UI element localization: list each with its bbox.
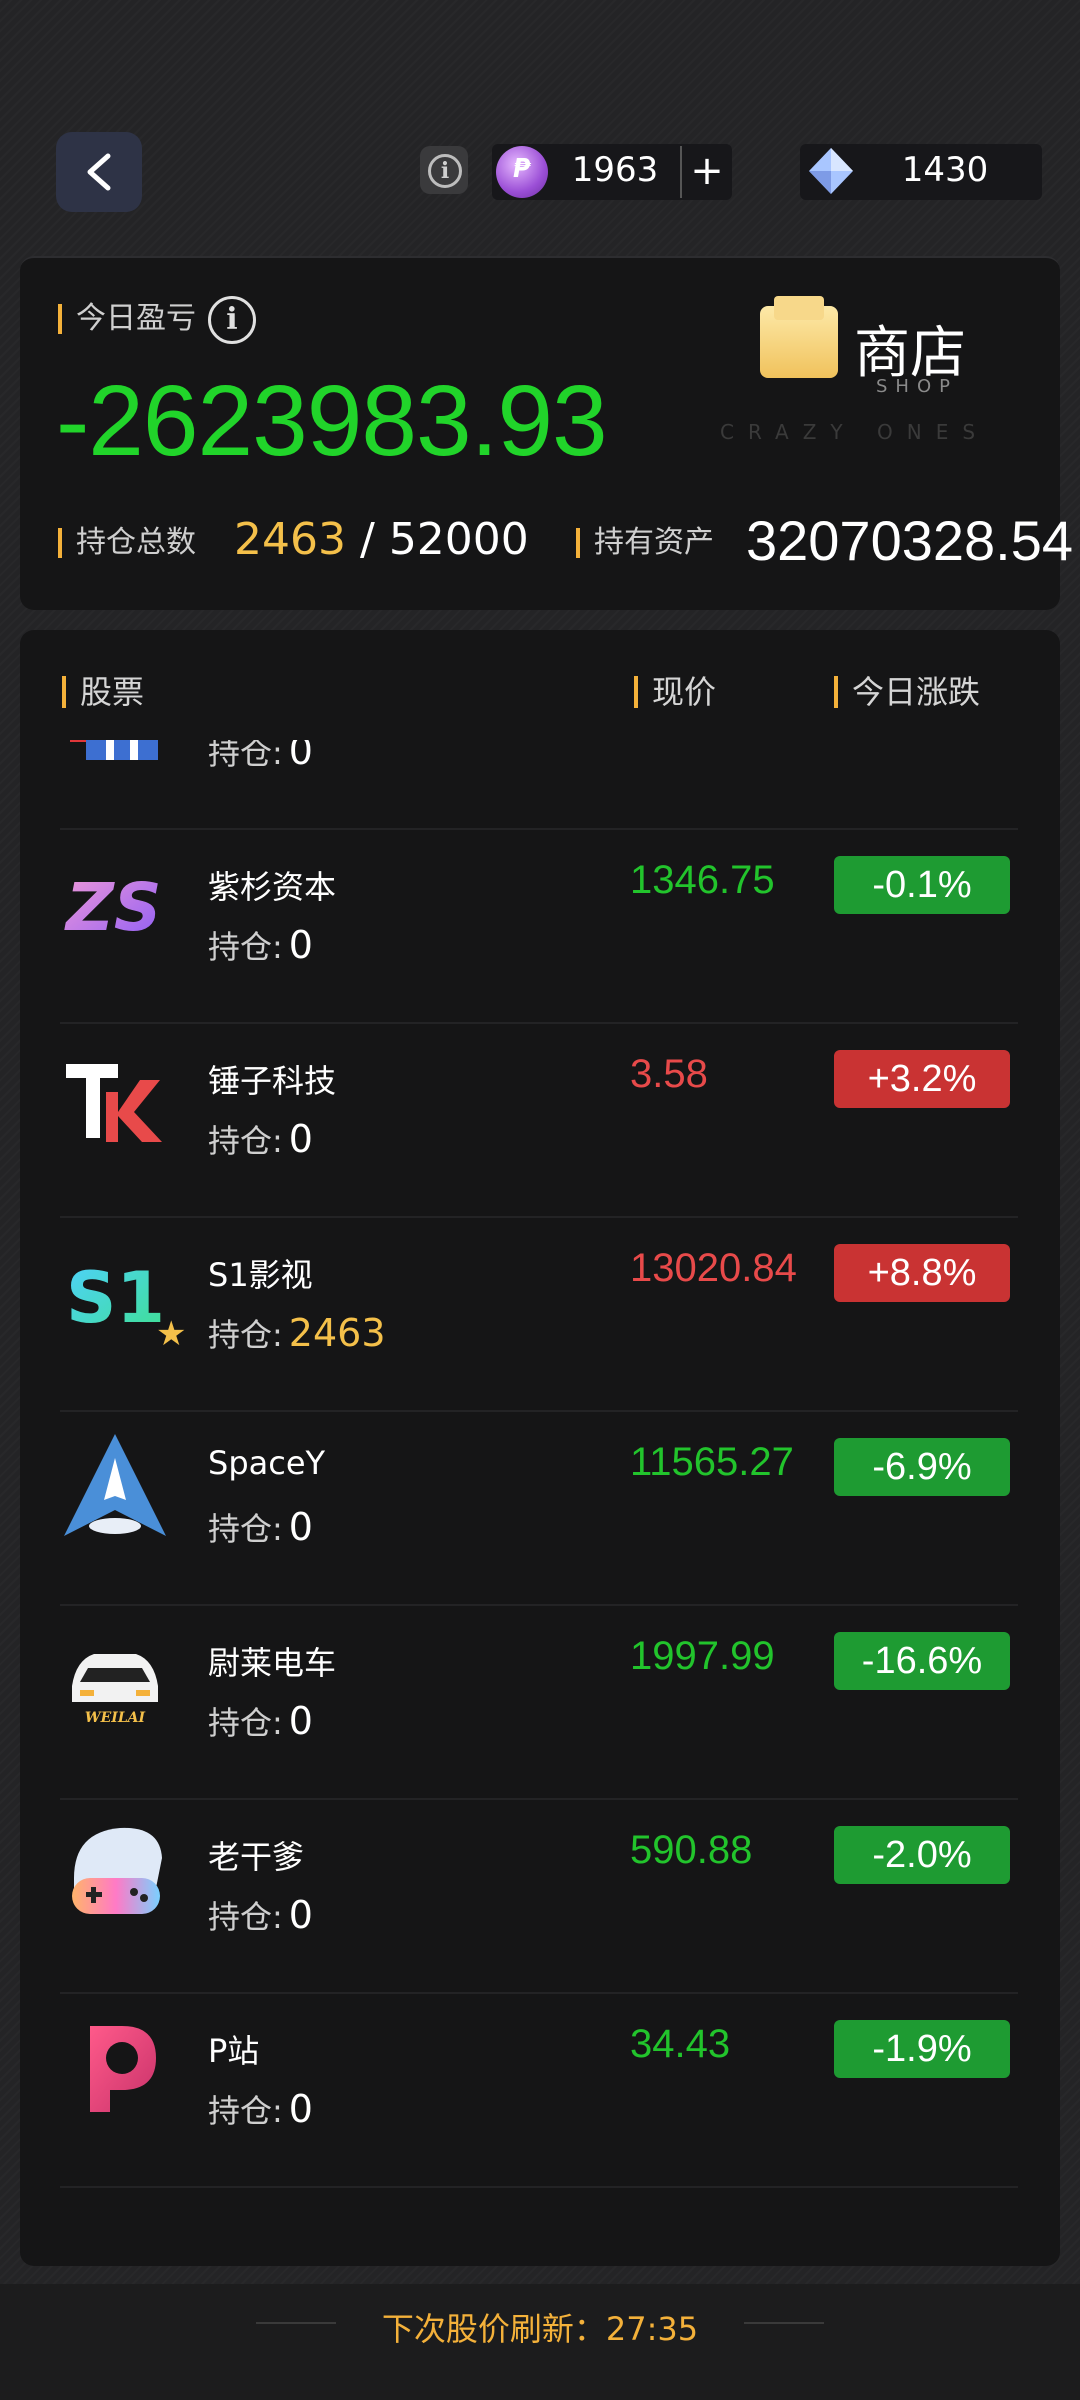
tk-logo bbox=[66, 1064, 162, 1142]
holding-label: 持仓: bbox=[208, 1898, 283, 1936]
pnl-value: -2623983.93 bbox=[56, 365, 608, 477]
gamer-logo bbox=[72, 1827, 162, 1914]
stock-row[interactable]: SpaceY 持仓: 0 11565.27 -6.9% bbox=[60, 1410, 1018, 1606]
stock-name: P站 bbox=[208, 2032, 260, 2070]
change-badge: +3.2% bbox=[834, 1050, 1010, 1108]
car-logo: WEILAI bbox=[72, 1654, 158, 1726]
holding-value: 0 bbox=[288, 1893, 313, 1937]
stock-name: 紫杉资本 bbox=[208, 868, 337, 906]
s1-logo: S1 bbox=[66, 1257, 165, 1339]
stock-price: 1997.99 bbox=[630, 1634, 775, 1678]
stock-price: 11565.27 bbox=[630, 1440, 794, 1484]
column-header-price: 现价 bbox=[634, 676, 716, 708]
watermark: CRAZY ONES bbox=[720, 420, 990, 444]
p-logo bbox=[90, 2026, 156, 2112]
column-header-change: 今日涨跌 bbox=[834, 676, 980, 708]
back-button[interactable] bbox=[56, 132, 142, 212]
stock-row[interactable]: 锤子科技 持仓: 0 3.58 +3.2% bbox=[60, 1022, 1018, 1218]
stock-price: 34.43 bbox=[630, 2022, 731, 2066]
stock-holding: 持仓: 0 bbox=[208, 922, 313, 968]
change-badge: -0.1% bbox=[834, 856, 1010, 914]
change-badge: -6.9% bbox=[834, 1438, 1010, 1496]
holding-value: 0 bbox=[288, 1505, 313, 1549]
stock-price: 13020.84 bbox=[630, 1246, 797, 1290]
holding-value: 0 bbox=[288, 923, 313, 967]
stock-holding: 持仓: 0 bbox=[208, 740, 313, 774]
stock-holding: 持仓: 0 bbox=[208, 2086, 313, 2132]
holding-label: 持仓: bbox=[208, 740, 283, 772]
holding-label: 持仓: bbox=[208, 1122, 283, 1160]
stock-price: 1346.75 bbox=[630, 858, 775, 902]
holdings-separator: / bbox=[359, 514, 375, 565]
holding-label: 持仓: bbox=[208, 2092, 283, 2130]
stock-list[interactable]: 持仓: 0 ZS 紫杉资本 持仓: 0 1346.75 -0.1% 锤子科技 持仓:… bbox=[0, 740, 1080, 2208]
stock-holding: 持仓: 0 bbox=[208, 1504, 313, 1550]
info-button[interactable]: i bbox=[420, 146, 468, 194]
shop-icon bbox=[760, 296, 838, 378]
gem-count: 1430 bbox=[901, 150, 989, 190]
car-logo-text: WEILAI bbox=[85, 1710, 146, 1726]
holdings-max: 52000 bbox=[388, 514, 529, 565]
stock-name: 老干爹 bbox=[208, 1838, 305, 1876]
pnl-label: 今日盈亏 bbox=[58, 304, 196, 334]
chevron-left-icon bbox=[87, 153, 111, 191]
stock-name: 锤子科技 bbox=[208, 1062, 337, 1100]
shop-sublabel: SHOP bbox=[876, 376, 958, 397]
ti-logo bbox=[70, 740, 158, 760]
pnl-info-icon[interactable]: i bbox=[208, 296, 256, 344]
coin-icon: ₱ bbox=[496, 146, 548, 198]
stock-name: 尉莱电车 bbox=[208, 1644, 337, 1682]
add-coins-button[interactable]: + bbox=[680, 146, 732, 198]
holding-label: 持仓: bbox=[208, 1316, 283, 1354]
stock-row[interactable]: 老干爹 持仓: 0 590.88 -2.0% bbox=[60, 1798, 1018, 1994]
stock-row[interactable]: ZS 紫杉资本 持仓: 0 1346.75 -0.1% bbox=[60, 828, 1018, 1024]
stock-row[interactable]: P站 持仓: 0 34.43 -1.9% bbox=[60, 1992, 1018, 2188]
holdings-count: 2463 / 52000 bbox=[234, 514, 529, 565]
stock-holding: 持仓: 0 bbox=[208, 1892, 313, 1938]
stock-holding: 持仓: 2463 bbox=[208, 1310, 386, 1356]
zs-logo: ZS bbox=[64, 869, 161, 946]
change-badge: +8.8% bbox=[834, 1244, 1010, 1302]
stock-price: 3.58 bbox=[630, 1052, 708, 1096]
holding-label: 持仓: bbox=[208, 1510, 283, 1548]
holdings-label: 持仓总数 bbox=[58, 528, 196, 558]
assets-label: 持有资产 bbox=[576, 528, 714, 558]
holding-value: 0 bbox=[288, 740, 313, 773]
stock-row[interactable]: WEILAI 尉莱电车 持仓: 0 1997.99 -16.6% bbox=[60, 1604, 1018, 1800]
holding-label: 持仓: bbox=[208, 1704, 283, 1742]
change-badge: -1.9% bbox=[834, 2020, 1010, 2078]
coin-count: 1963 bbox=[571, 150, 659, 190]
gem-icon bbox=[809, 148, 853, 194]
holdings-current: 2463 bbox=[234, 514, 346, 565]
rocket-logo bbox=[64, 1434, 166, 1536]
stock-holding: 持仓: 0 bbox=[208, 1116, 313, 1162]
holding-label: 持仓: bbox=[208, 928, 283, 966]
favorite-star-icon: ★ bbox=[156, 1314, 187, 1354]
stock-row[interactable]: S1 ★ S1影视 持仓: 2463 13020.84 +8.8% bbox=[60, 1216, 1018, 1412]
svg-text:S1: S1 bbox=[66, 1257, 165, 1339]
assets-value: 32070328.54 bbox=[746, 509, 1074, 572]
stock-holding: 持仓: 0 bbox=[208, 1698, 313, 1744]
holding-value: 0 bbox=[288, 1117, 313, 1161]
svg-text:ZS: ZS bbox=[64, 869, 161, 946]
holding-value: 0 bbox=[288, 1699, 313, 1743]
stock-name: SpaceY bbox=[208, 1444, 326, 1482]
refresh-countdown: 下次股价刷新：27:35 bbox=[381, 2310, 699, 2348]
column-header-stock: 股票 bbox=[62, 676, 144, 708]
info-icon: i bbox=[428, 154, 462, 188]
change-badge: -2.0% bbox=[834, 1826, 1010, 1884]
holding-value: 2463 bbox=[288, 1311, 386, 1355]
stock-name: S1影视 bbox=[208, 1256, 313, 1294]
stock-row[interactable]: 持仓: 0 bbox=[60, 740, 1018, 830]
change-badge: -16.6% bbox=[834, 1632, 1010, 1690]
stock-price: 590.88 bbox=[630, 1828, 753, 1872]
holding-value: 0 bbox=[288, 2087, 313, 2131]
